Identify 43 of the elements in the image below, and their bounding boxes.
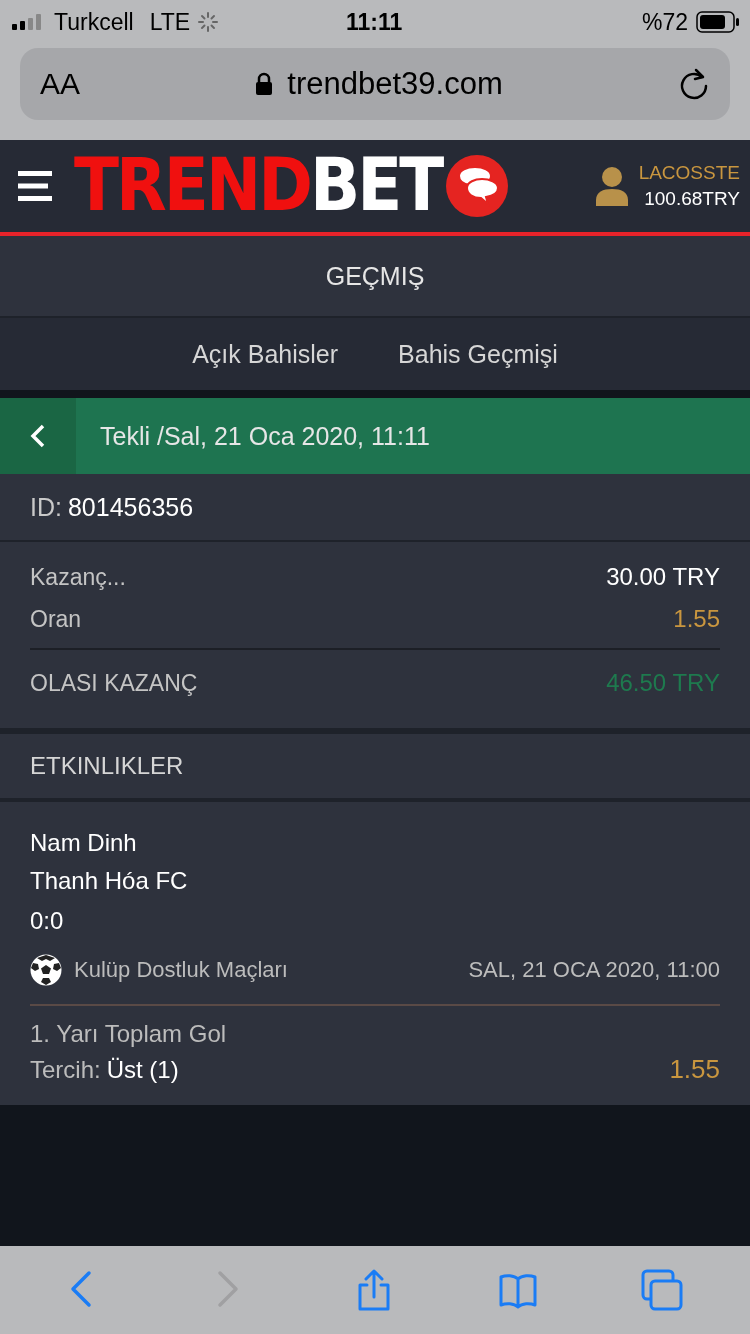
market-name: 1. Yarı Toplam Gol <box>30 1020 228 1048</box>
network-type: LTE <box>149 8 191 36</box>
league-name: Kulüp Dostluk Maçları <box>74 957 288 983</box>
user-icon <box>594 166 629 206</box>
pick-value: Üst (1) <box>106 1055 179 1084</box>
summary-value: 46.50 TRY <box>606 669 720 697</box>
soccer-ball-icon <box>30 954 62 986</box>
summary-label: Kazanç... <box>30 563 126 591</box>
loading-icon <box>198 12 219 32</box>
bet-id: 801456356 <box>67 492 194 522</box>
logo[interactable]: TRENDBET <box>74 149 442 223</box>
balance: 100.68TRY <box>644 188 740 210</box>
team-name: Nam Dinh <box>30 828 138 858</box>
address-bar[interactable]: AA trendbet39.com <box>20 48 730 120</box>
chat-bubbles-icon[interactable] <box>445 154 510 218</box>
reload-icon[interactable] <box>678 67 710 101</box>
summary-value: 30.00 TRY <box>606 563 720 591</box>
summary-label: OLASI KAZANÇ <box>30 669 198 697</box>
section-title: ETKINLIKLER <box>30 752 184 780</box>
tabs-icon[interactable] <box>641 1269 684 1311</box>
tab[interactable]: Açık Bahisler <box>192 339 339 369</box>
clock: 11:11 <box>346 8 403 36</box>
battery-icon <box>696 11 740 33</box>
back-button[interactable] <box>0 398 76 474</box>
summary-label: Oran <box>30 605 82 633</box>
score: 0:0 <box>30 906 65 936</box>
match-date: SAL, 21 OCA 2020, 11:00 <box>468 957 720 983</box>
odds-value: 1.55 <box>669 1054 720 1085</box>
text-size-button[interactable]: AA <box>40 67 81 101</box>
id-label: ID: <box>30 492 62 522</box>
summary-value: 1.55 <box>673 605 720 633</box>
tab[interactable]: Bahis Geçmişi <box>398 339 558 369</box>
bet-title: Tekli /Sal, 21 Oca 2020, 11:11 <box>100 421 430 451</box>
battery-percent: %72 <box>641 8 688 36</box>
team-name: Thanh Hóa FC <box>30 866 189 896</box>
chevron-left-icon <box>30 424 46 448</box>
carrier-name: Turkcell <box>54 8 134 36</box>
pick-label: Tercih: <box>30 1055 101 1084</box>
username: LACOSSTE <box>638 162 740 184</box>
url-text: trendbet39.com <box>287 66 503 102</box>
lock-icon <box>255 72 274 96</box>
page-title: GEÇMIŞ <box>325 261 425 291</box>
menu-icon[interactable] <box>18 169 52 203</box>
